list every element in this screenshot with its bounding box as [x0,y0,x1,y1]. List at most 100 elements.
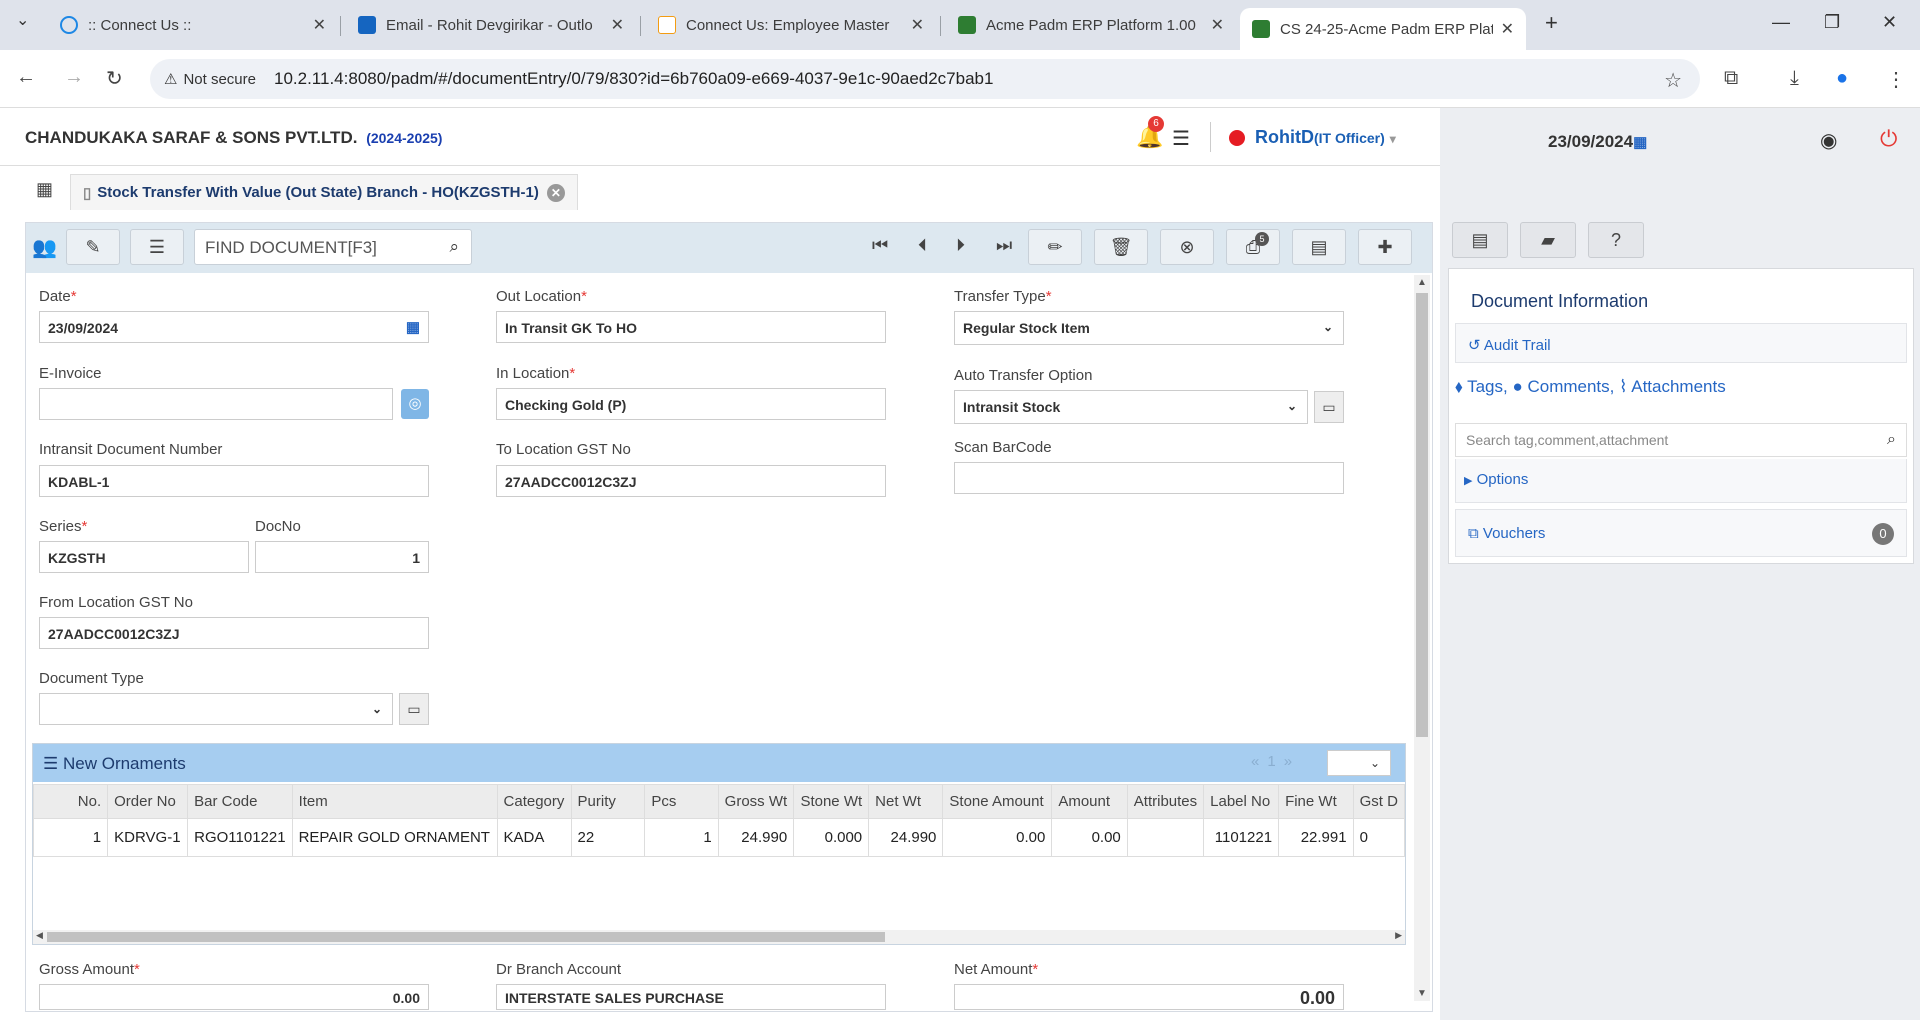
not-secure-label[interactable]: Not secure [183,71,256,88]
close-icon[interactable]: ✕ [911,15,924,35]
page-number[interactable]: 1 [1267,753,1275,770]
column-header[interactable]: Fine Wt [1278,784,1354,819]
vouchers-row[interactable]: ⧉ Vouchers 0 [1455,509,1907,557]
close-icon[interactable]: ✕ [546,183,565,202]
vertical-scrollbar[interactable]: ▲ ▼ [1414,275,1430,1001]
scroll-up-icon[interactable]: ▲ [1417,277,1427,288]
scroll-thumb[interactable] [47,932,885,942]
column-header[interactable]: No. [32,784,109,819]
profile-icon[interactable]: ● [1836,67,1848,90]
window-close-icon[interactable]: ✕ [1882,12,1897,33]
scroll-right-icon[interactable]: ▶ [1395,930,1402,941]
table-cell[interactable]: 22 [570,818,646,857]
table-cell[interactable]: 0 [1352,818,1406,857]
auto-transfer-browse-button[interactable]: ▭ [1314,391,1344,423]
forward-icon[interactable]: → [64,66,84,89]
add-button[interactable]: ✚ [1358,229,1412,265]
in-location-field[interactable]: Checking Gold (P) [496,388,886,420]
column-header[interactable]: Order No [107,784,189,819]
scroll-thumb[interactable] [1416,293,1428,737]
browser-tab-2[interactable]: Email - Rohit Devgirikar - Outlo ✕ [346,8,636,42]
list-button[interactable]: ☰ [130,229,184,265]
column-header[interactable]: Label No [1203,784,1280,819]
browser-tab-5[interactable]: CS 24-25-Acme Padm ERP Platf ✕ [1240,8,1526,50]
table-cell[interactable]: 24.990 [717,818,795,857]
last-record-icon[interactable]: ⏭ [996,235,1012,256]
power-icon[interactable]: ⏻ [1880,126,1897,152]
column-header[interactable]: Stone Wt [793,784,870,819]
column-header[interactable]: Gst D [1352,784,1406,819]
url-text[interactable]: 10.2.11.4:8080/padm/#/documentEntry/0/79… [274,69,993,89]
table-cell[interactable]: 0.00 [1051,818,1128,857]
einvoice-field[interactable] [39,388,393,420]
date-field[interactable]: 23/09/2024 ▦ [39,311,429,343]
document-type-browse-button[interactable]: ▭ [399,693,429,725]
table-row[interactable]: 1 KDRVG-1 RGO1101221 REPAIR GOLD ORNAMEN… [32,818,1406,857]
from-gst-field[interactable]: 27AADCC0012C3ZJ [39,617,429,649]
grid-icon[interactable]: ▦ [36,179,53,200]
table-cell[interactable]: 24.990 [868,818,944,857]
column-header[interactable]: Category [496,784,572,819]
header-date[interactable]: 23/09/2024▦ [1548,132,1647,152]
previous-record-icon[interactable]: ⏴ [918,235,927,256]
back-icon[interactable]: ← [16,66,36,89]
new-tab-icon[interactable]: + [1545,10,1558,36]
options-link[interactable]: Options [1477,471,1529,488]
delete-button[interactable]: 🗑 [1094,229,1148,265]
dr-branch-field[interactable]: INTERSTATE SALES PURCHASE [496,984,886,1010]
page-prev-icon[interactable]: « [1251,753,1259,770]
audit-trail-row[interactable]: ↺ Audit Trail [1455,323,1907,363]
net-amount-field[interactable]: 0.00 [954,984,1344,1010]
attachments-link[interactable]: Attachments [1631,377,1726,396]
first-record-icon[interactable]: ⏮ [872,235,888,256]
table-cell[interactable]: REPAIR GOLD ORNAMENT [291,818,498,857]
options-row[interactable]: ▶ Options [1455,459,1907,503]
next-record-icon[interactable]: ⏵ [956,235,965,256]
table-cell[interactable]: 1101221 [1203,818,1280,857]
series-field[interactable]: KZGSTH [39,541,249,573]
column-header[interactable]: Stone Amount [942,784,1053,819]
column-header[interactable]: Purity [570,784,646,819]
pencil-button[interactable]: ✏ [1028,229,1082,265]
more-icon[interactable]: ⋮ [1886,67,1906,92]
list-view-button[interactable]: ▤ [1452,222,1508,258]
table-cell[interactable]: KDRVG-1 [107,818,189,857]
column-header[interactable]: Attributes [1126,784,1205,819]
page-size-select[interactable]: ⌄ [1327,750,1391,776]
comments-link[interactable]: Comments, [1527,377,1614,396]
download-icon[interactable]: ⤓ [1790,67,1799,90]
close-icon[interactable]: ✕ [1211,15,1224,35]
browser-tab-3[interactable]: Connect Us: Employee Master ✕ [646,8,936,42]
intransit-field[interactable]: KDABL-1 [39,465,429,497]
table-cell[interactable]: 22.991 [1278,818,1354,857]
tab-search-icon[interactable]: ⌄ [16,10,29,30]
scroll-left-icon[interactable]: ◀ [36,930,43,941]
out-location-field[interactable]: In Transit GK To HO [496,311,886,343]
table-cell[interactable]: 1 [32,818,109,857]
column-header[interactable]: Amount [1051,784,1128,819]
calendar-icon[interactable]: ▦ [406,318,420,336]
url-omnibox[interactable]: ⚠ Not secure 10.2.11.4:8080/padm/#/docum… [150,59,1700,99]
extensions-icon[interactable]: ⧉ [1724,67,1738,90]
table-cell[interactable]: 0.00 [942,818,1053,857]
tags-link[interactable]: Tags, [1467,377,1508,396]
document-button[interactable]: ▤ [1292,229,1346,265]
minimize-icon[interactable]: — [1772,12,1790,33]
table-cell[interactable]: KADA [496,818,572,857]
scroll-down-icon[interactable]: ▼ [1417,988,1427,999]
table-cell[interactable] [1126,818,1205,857]
tag-search-input[interactable]: Search tag,comment,attachment ⌕ [1455,423,1907,457]
docno-field[interactable]: 1 [255,541,429,573]
scan-barcode-field[interactable] [954,462,1344,494]
server-menu-icon[interactable]: ☰ [1172,126,1190,151]
to-gst-field[interactable]: 27AADCC0012C3ZJ [496,465,886,497]
table-cell[interactable]: RGO1101221 [187,818,293,857]
audit-trail-link[interactable]: Audit Trail [1484,337,1551,354]
restore-icon[interactable]: ❐ [1824,12,1840,33]
table-cell[interactable]: 1 [644,818,719,857]
reload-icon[interactable]: ↻ [106,66,123,91]
column-header[interactable]: Net Wt [868,784,944,819]
table-cell[interactable]: 0.000 [793,818,870,857]
column-header[interactable]: Pcs [644,784,719,819]
users-icon[interactable]: 👥 [32,235,57,260]
